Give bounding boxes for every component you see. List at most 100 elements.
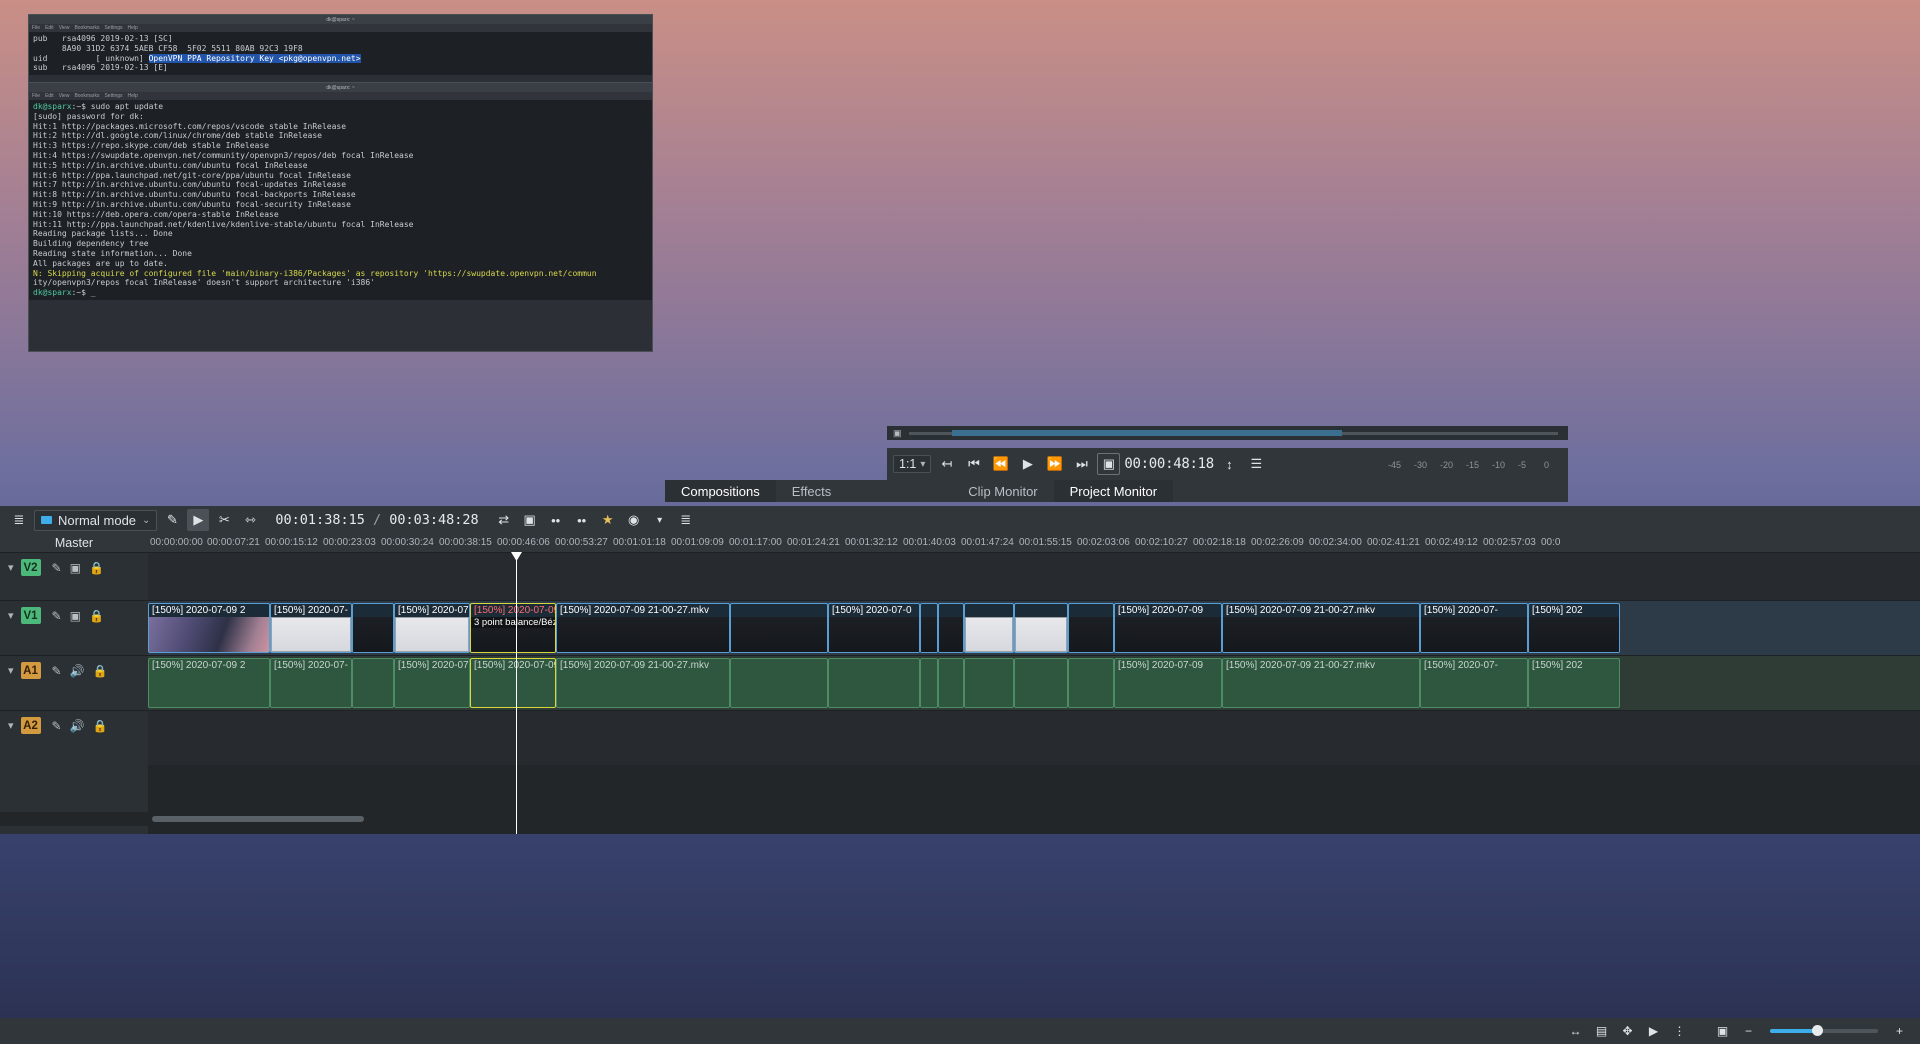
timeline-clip[interactable]: [150%] 2020-07-09 21-00-27.mkv: [556, 603, 730, 653]
favorite-icon[interactable]: ★: [597, 509, 619, 531]
timeline-ruler[interactable]: 00:00:00:00 00:00:07:21 00:00:15:12 00:0…: [148, 534, 1920, 552]
timeline-clip[interactable]: [150%] 2020-07-: [270, 603, 352, 653]
lock-closed-icon[interactable]: ▣: [70, 609, 81, 623]
timeline-audio-clip[interactable]: [150%] 202: [1528, 658, 1620, 708]
guides-icon[interactable]: ⋮: [1669, 1021, 1690, 1041]
timeline-audio-clip[interactable]: [730, 658, 828, 708]
timeline-audio-clip[interactable]: [150%] 2020-07-0: [394, 658, 470, 708]
speaker-icon[interactable]: 🔊: [70, 664, 85, 678]
chevron-down-icon[interactable]: ▾: [8, 719, 14, 732]
lock-icon[interactable]: 🔒: [93, 719, 108, 733]
zone-marker-icon[interactable]: ▣: [893, 428, 902, 439]
timeline-clip[interactable]: [150%] 2020-07-0: [828, 603, 920, 653]
keyframe-icon[interactable]: ✎: [52, 719, 62, 733]
skip-forward-icon[interactable]: ⏭: [1070, 453, 1093, 475]
audio-thumbs-icon[interactable]: ▣: [1712, 1021, 1733, 1041]
select-tool-icon[interactable]: ▶: [187, 509, 209, 531]
timeline-audio-clip[interactable]: [150%] 2020-07-09: [1114, 658, 1222, 708]
forward-icon[interactable]: ⏩: [1043, 453, 1066, 475]
record-icon[interactable]: ◉: [623, 509, 645, 531]
timeline-audio-clip[interactable]: [938, 658, 964, 708]
timeline-clip[interactable]: [730, 603, 828, 653]
preview-render-icon[interactable]: ▣: [519, 509, 541, 531]
keyframe-icon[interactable]: ✎: [52, 664, 62, 678]
timeline-clip[interactable]: [150%] 2020-07-09 2: [148, 603, 270, 653]
track-v2[interactable]: [148, 552, 1920, 600]
timeline-clip[interactable]: [150%] 2020-07-093 point balance/Béz: [470, 603, 556, 653]
timeline-audio-clip[interactable]: [964, 658, 1014, 708]
tab-clip-monitor[interactable]: Clip Monitor: [952, 480, 1053, 502]
timeline-clip[interactable]: [1014, 603, 1068, 653]
markers-icon[interactable]: ••: [545, 509, 567, 531]
track-header-a1[interactable]: ▾ A1 ✎ 🔊 🔒: [0, 655, 148, 710]
chevron-down-icon[interactable]: ▾: [8, 609, 14, 622]
timeline-settings-icon[interactable]: ≣: [675, 509, 697, 531]
timeline-audio-clip[interactable]: [150%] 2020-07-09: [470, 658, 556, 708]
keyframe-icon[interactable]: ✎: [52, 609, 62, 623]
track-header-a2[interactable]: ▾ A2 ✎ 🔊 🔒: [0, 710, 148, 765]
rewind-icon[interactable]: ⏪: [989, 453, 1012, 475]
zoom-in-button[interactable]: +: [1889, 1021, 1910, 1041]
zone-icon[interactable]: ▣: [1097, 453, 1120, 475]
tab-project-monitor[interactable]: Project Monitor: [1054, 480, 1173, 502]
timeline-clip[interactable]: [1068, 603, 1114, 653]
timeline-audio-clip[interactable]: [828, 658, 920, 708]
timeline-clip[interactable]: [150%] 2020-07-: [1420, 603, 1528, 653]
track-header-v2[interactable]: ▾ V2 ✎ ▣ 🔒: [0, 552, 148, 600]
tab-compositions[interactable]: Compositions: [665, 480, 776, 502]
monitor-video-area[interactable]: dk@sparx: ~ FileEditViewBookmarksSetting…: [0, 86, 681, 486]
play-button[interactable]: ▶: [1016, 453, 1039, 475]
zoom-slider[interactable]: [1770, 1029, 1878, 1033]
timeline-audio-clip[interactable]: [920, 658, 938, 708]
track-a2[interactable]: [148, 710, 1920, 765]
track-v1[interactable]: [150%] 2020-07-09 2[150%] 2020-07-[150%]…: [148, 600, 1920, 655]
chevron-down-icon[interactable]: ▾: [649, 509, 671, 531]
marker-icon[interactable]: ▶: [1643, 1021, 1664, 1041]
lock-icon[interactable]: 🔒: [89, 561, 104, 575]
monitor-scrubbar[interactable]: ▣: [887, 426, 1568, 440]
fit-zoom-icon[interactable]: ↔: [1565, 1021, 1586, 1041]
scrub-zone[interactable]: [952, 430, 1342, 436]
chevron-down-icon[interactable]: ▾: [8, 561, 14, 574]
chevron-down-icon[interactable]: ⌄: [142, 515, 150, 526]
timeline-position-timecode[interactable]: 00:01:38:15 / 00:03:48:28: [275, 512, 478, 528]
razor-tool-icon[interactable]: ✂: [213, 509, 235, 531]
timeline-clip[interactable]: [150%] 2020-07-09 21-00-27.mkv: [1222, 603, 1420, 653]
track-header-v1[interactable]: ▾ V1 ✎ ▣ 🔒: [0, 600, 148, 655]
timeline-clip[interactable]: [964, 603, 1014, 653]
lock-muted-icon[interactable]: 🔒: [93, 664, 108, 678]
scale-icon[interactable]: ✥: [1617, 1021, 1638, 1041]
lock-closed-icon[interactable]: ▣: [70, 561, 81, 575]
chevron-down-icon[interactable]: ▾: [920, 459, 925, 470]
timeline-clip[interactable]: [938, 603, 964, 653]
mix-icon[interactable]: ⇄: [493, 509, 515, 531]
zoom-out-button[interactable]: −: [1738, 1021, 1759, 1041]
edit-mode-icon[interactable]: ✎: [161, 509, 183, 531]
track-a1[interactable]: [150%] 2020-07-09 2[150%] 2020-07-[150%]…: [148, 655, 1920, 710]
playhead[interactable]: [516, 552, 517, 834]
spacer-tool-icon[interactable]: ⇿: [239, 509, 261, 531]
timeline-audio-clip[interactable]: [1014, 658, 1068, 708]
skip-back-icon[interactable]: ⏮: [962, 453, 985, 475]
snap-icon[interactable]: ▤: [1591, 1021, 1612, 1041]
timeline-audio-clip[interactable]: [150%] 2020-07-09 2: [148, 658, 270, 708]
lock-icon[interactable]: 🔒: [89, 609, 104, 623]
keyframe-icon[interactable]: ✎: [52, 561, 62, 575]
timeline-audio-clip[interactable]: [150%] 2020-07-09 21-00-27.mkv: [1222, 658, 1420, 708]
timeline-clip[interactable]: [150%] 202: [1528, 603, 1620, 653]
set-zone-in-icon[interactable]: ↤: [935, 453, 958, 475]
timeline-horizontal-scrollbar[interactable]: [0, 812, 1920, 826]
timeline-audio-clip[interactable]: [352, 658, 394, 708]
timeline-clip[interactable]: [150%] 2020-07-0: [394, 603, 470, 653]
timeline-audio-clip[interactable]: [150%] 2020-07-09 21-00-27.mkv: [556, 658, 730, 708]
timeline-audio-clip[interactable]: [150%] 2020-07-: [1420, 658, 1528, 708]
timeline-audio-clip[interactable]: [150%] 2020-07-: [270, 658, 352, 708]
timeline-audio-clip[interactable]: [1068, 658, 1114, 708]
speaker-icon[interactable]: 🔊: [70, 719, 85, 733]
timeline-mode-select[interactable]: Normal mode ⌄: [34, 510, 157, 531]
tab-effects[interactable]: Effects: [776, 480, 848, 502]
chevron-down-icon[interactable]: ▾: [8, 664, 14, 677]
monitor-menu-icon[interactable]: ☰: [1245, 453, 1268, 475]
timeline-clip[interactable]: [352, 603, 394, 653]
monitor-timecode[interactable]: 00:00:48:18: [1124, 456, 1213, 472]
